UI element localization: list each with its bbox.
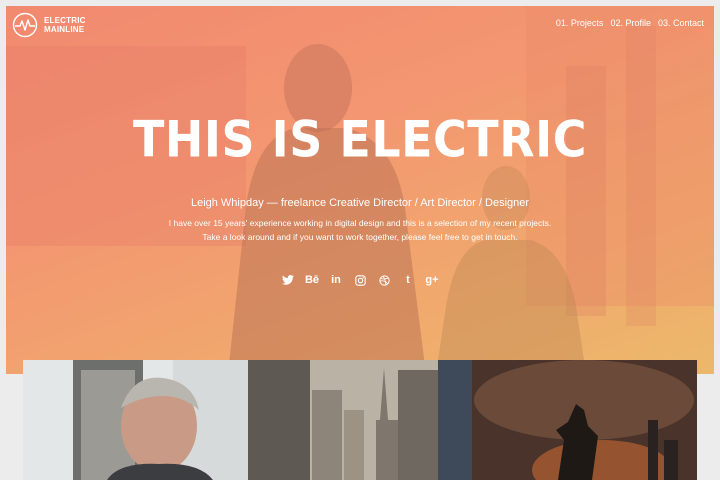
electric-pulse-logo-icon xyxy=(12,12,38,38)
behance-icon[interactable]: Bē xyxy=(304,272,320,288)
instagram-icon[interactable] xyxy=(352,272,368,288)
project-tile-godzilla[interactable] xyxy=(472,360,697,480)
project-thumbnail-3 xyxy=(472,360,697,480)
project-thumbnail-1 xyxy=(23,360,248,480)
project-grid xyxy=(23,360,697,480)
nav-contact-link[interactable]: 03. Contact xyxy=(658,18,704,28)
project-tile-portrait[interactable] xyxy=(23,360,248,480)
social-links: Bē in t g+ xyxy=(6,272,714,288)
logo-line-2: MAINLINE xyxy=(44,25,85,34)
logo-line-1: ELECTRIC xyxy=(44,16,86,25)
main-nav: 01. Projects 02. Profile 03. Contact xyxy=(556,18,704,28)
google-plus-icon[interactable]: g+ xyxy=(424,272,440,288)
tumblr-icon[interactable]: t xyxy=(400,272,416,288)
project-tile-city[interactable] xyxy=(248,360,472,480)
nav-profile-link[interactable]: 02. Profile xyxy=(610,18,651,28)
hero-background-photo xyxy=(6,6,714,374)
logo-wordmark: ELECTRIC MAINLINE xyxy=(44,16,104,34)
dribbble-icon[interactable] xyxy=(376,272,392,288)
linkedin-icon[interactable]: in xyxy=(328,272,344,288)
hero-headline: THIS IS ELECTRIC xyxy=(133,109,587,169)
hero-intro: I have over 15 years' experience working… xyxy=(6,217,714,244)
hero-subheading: Leigh Whipday — freelance Creative Direc… xyxy=(190,197,530,209)
site-logo[interactable]: ELECTRIC MAINLINE xyxy=(12,12,104,38)
nav-projects-link[interactable]: 01. Projects xyxy=(556,18,604,28)
intro-line-2: Take a look around and if you want to wo… xyxy=(202,231,518,242)
intro-line-1: I have over 15 years' experience working… xyxy=(168,218,552,228)
project-thumbnail-2 xyxy=(248,360,472,480)
twitter-icon[interactable] xyxy=(280,272,296,288)
hero-banner: ELECTRIC MAINLINE 01. Projects 02. Profi… xyxy=(6,6,714,374)
